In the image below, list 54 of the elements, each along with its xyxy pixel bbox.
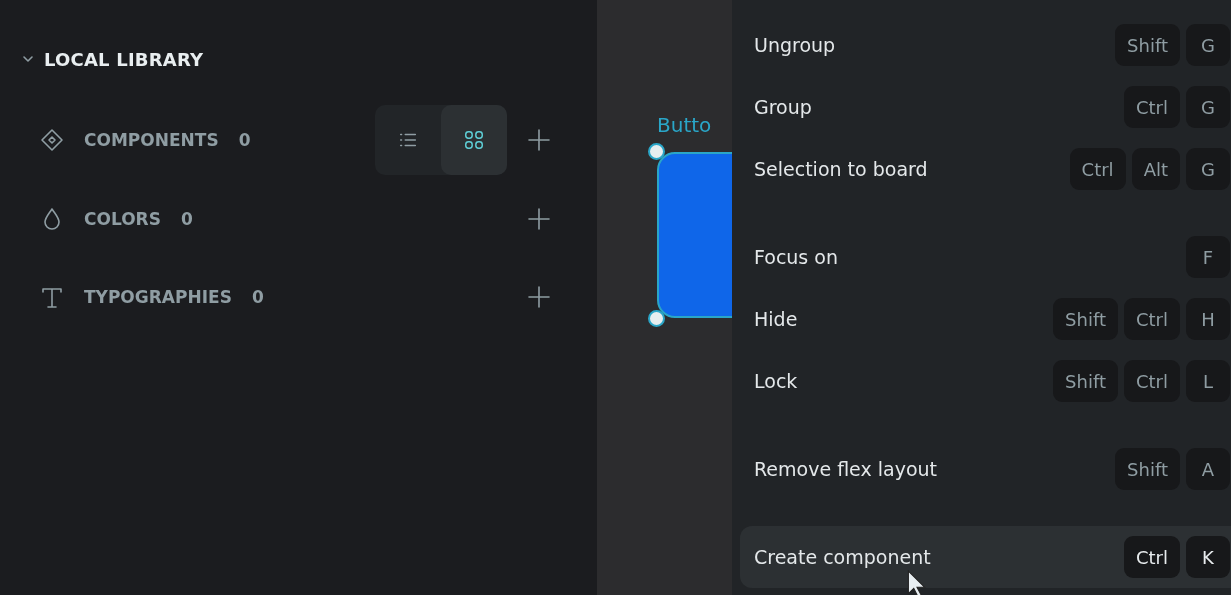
- grid-view-button[interactable]: [441, 105, 507, 175]
- menu-item[interactable]: Remove flex layout Shift A: [740, 438, 1231, 500]
- shortcut-key: Shift: [1115, 24, 1180, 66]
- menu-item[interactable]: Focus on F: [740, 226, 1231, 288]
- text-icon: [40, 285, 64, 309]
- shortcut-key: L: [1186, 360, 1230, 402]
- shortcut-key: Ctrl: [1069, 148, 1126, 190]
- shortcut-key: Ctrl: [1123, 536, 1180, 578]
- shortcut-key: Ctrl: [1123, 86, 1180, 128]
- section-label[interactable]: TYPOGRAPHIES: [84, 287, 232, 307]
- section-label[interactable]: COMPONENTS: [84, 130, 219, 150]
- resize-handle[interactable]: [648, 310, 665, 327]
- menu-item-label: Group: [754, 96, 812, 118]
- shortcut-key: Ctrl: [1123, 298, 1180, 340]
- menu-item[interactable]: Group Ctrl G: [740, 76, 1231, 138]
- menu-item-label: Remove flex layout: [754, 458, 938, 480]
- item-count: 0: [251, 287, 264, 307]
- menu-item[interactable]: Lock Shift Ctrl L: [740, 350, 1231, 412]
- shortcut-key: K: [1186, 536, 1230, 578]
- menu-item-label: Focus on: [754, 246, 838, 268]
- shortcut-key: Shift: [1115, 448, 1180, 490]
- menu-item[interactable]: Selection to board Ctrl Alt G: [740, 138, 1231, 200]
- section-title[interactable]: LOCAL LIBRARY: [44, 48, 204, 70]
- menu-item[interactable]: Hide Shift Ctrl H: [740, 288, 1231, 350]
- add-button[interactable]: [525, 283, 553, 311]
- shortcut-key: H: [1186, 298, 1230, 340]
- plus-icon: [527, 285, 551, 309]
- menu-item[interactable]: Create component Ctrl K: [740, 526, 1231, 588]
- menu-item[interactable]: Ungroup Shift G: [740, 14, 1231, 76]
- add-button[interactable]: [525, 205, 553, 233]
- plus-icon: [527, 207, 551, 231]
- menu-item-label: Hide: [754, 308, 798, 330]
- shortcut-key: A: [1186, 448, 1230, 490]
- section-label[interactable]: COLORS: [84, 209, 161, 229]
- menu-item-label: Ungroup: [754, 34, 836, 56]
- resize-handle[interactable]: [648, 143, 665, 160]
- shortcut-key: G: [1186, 86, 1230, 128]
- item-count: 0: [238, 130, 251, 150]
- diamond-icon: [40, 128, 64, 152]
- shortcut-key: Shift: [1053, 298, 1118, 340]
- shortcut-key: G: [1186, 24, 1230, 66]
- shortcut-key: F: [1186, 236, 1230, 278]
- plus-icon: [527, 128, 551, 152]
- menu-item-label: Lock: [754, 370, 798, 392]
- menu-item-label: Selection to board: [754, 158, 928, 180]
- shortcut-key: Alt: [1131, 148, 1180, 190]
- shortcut-key: Ctrl: [1123, 360, 1180, 402]
- grid-icon: [463, 129, 485, 151]
- menu-item-label: Create component: [754, 546, 931, 568]
- item-count: 0: [180, 209, 193, 229]
- shortcut-key: G: [1186, 148, 1230, 190]
- shortcut-key: Shift: [1053, 360, 1118, 402]
- add-button[interactable]: [525, 126, 553, 154]
- layer-name-label: Butto: [657, 112, 713, 138]
